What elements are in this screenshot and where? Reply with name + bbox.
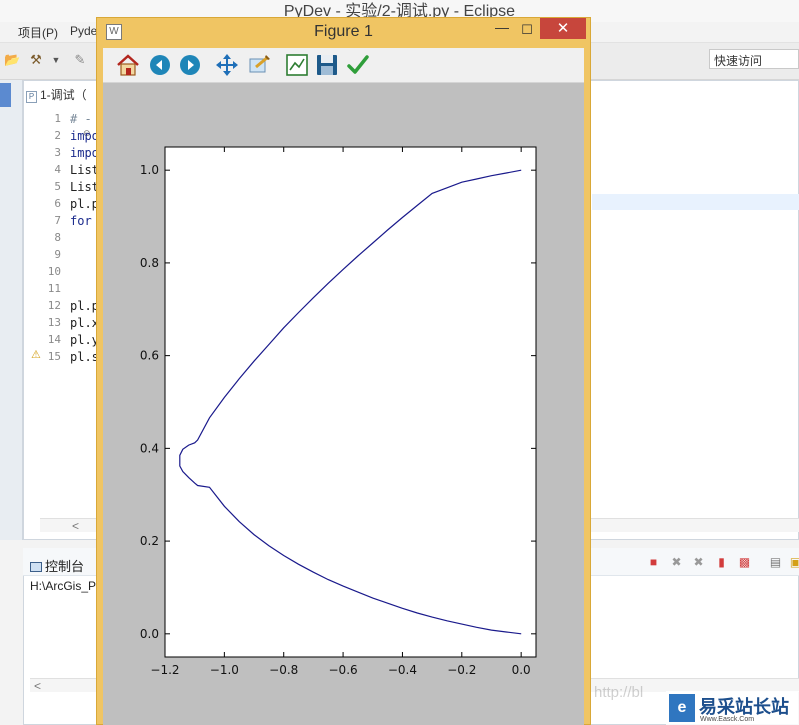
menu-item-project[interactable]: 项目(P)	[18, 24, 58, 41]
x-tick-label: −1.0	[210, 663, 239, 677]
y-tick-label: 0.6	[140, 349, 159, 363]
clear-console-icon[interactable]: ▮	[715, 556, 728, 569]
pin-console-icon[interactable]: ▤	[769, 556, 782, 569]
line-number: 2	[54, 129, 61, 142]
line-number: 3	[54, 146, 61, 159]
console-scroll-left-icon[interactable]: <	[34, 679, 41, 693]
tools-icon[interactable]: ⚒	[28, 52, 44, 68]
save-icon[interactable]	[314, 52, 340, 78]
code-line: pl.p	[70, 299, 99, 313]
x-tick-label: −0.4	[388, 663, 417, 677]
forward-icon[interactable]	[177, 52, 203, 78]
remove-all-icon[interactable]: ✖	[692, 556, 705, 569]
code-line: pl.y	[70, 333, 99, 347]
plot: −1.2 −1.0 −0.8 −0.6 −0.4 −0.2 0.0 0.0 0.2 0.4 0.6 0…	[140, 146, 537, 677]
remove-launch-icon[interactable]: ✖	[670, 556, 683, 569]
subplots-icon[interactable]	[284, 52, 310, 78]
line-number: 6	[54, 197, 61, 210]
y-tick-label: 0.2	[140, 534, 159, 548]
code-line: impo	[70, 146, 99, 160]
console-icon	[30, 562, 42, 572]
code-line: List	[70, 180, 99, 194]
watermark-logo-icon: e	[669, 694, 695, 722]
x-tick-label: −0.6	[329, 663, 358, 677]
left-sidebar-marker	[0, 83, 11, 107]
editor-tab-label: 1-调试（	[40, 88, 87, 102]
left-sidebar-strip	[0, 80, 23, 540]
close-button[interactable]: ✕	[540, 18, 586, 39]
quick-access-input[interactable]: 快速访问	[709, 49, 799, 69]
console-tab[interactable]: 控制台	[30, 556, 84, 575]
line-number: 9	[54, 248, 61, 261]
code-line: for	[70, 214, 92, 228]
dropdown-icon[interactable]: ▼	[48, 52, 64, 68]
warning-icon: ⚠	[31, 349, 41, 361]
watermark-url: http://bl	[594, 684, 644, 701]
code-line: # -	[70, 112, 92, 126]
y-tick-label: 0.4	[140, 441, 159, 455]
line-number: 8	[54, 231, 61, 244]
line-number: 1	[54, 112, 61, 125]
line-number: 10	[47, 265, 61, 278]
back-icon[interactable]	[147, 52, 173, 78]
console-output-line: H:\ArcGis_P	[30, 579, 97, 593]
line-number-ruler: 1 2 3 4 5 6 7 8 9 10 11 12 13 14 15 ⊖ ⚠	[27, 108, 91, 518]
maximize-button[interactable]: ☐	[517, 21, 537, 39]
line-number: 4	[54, 163, 61, 176]
x-tick-label: −0.2	[447, 663, 476, 677]
code-line: impo	[70, 129, 99, 143]
y-tick-label: 0.0	[140, 627, 159, 641]
watermark-sub: Www.Easck.Com	[700, 716, 755, 723]
edit-icon[interactable]	[345, 52, 371, 78]
display-console-icon[interactable]: ▣	[789, 556, 799, 569]
x-tick-label: 0.0	[512, 663, 531, 677]
line-number: 11	[47, 282, 61, 295]
pin-icon[interactable]: ✎	[72, 52, 88, 68]
code-line: pl.p	[70, 197, 99, 211]
line-number: 7	[54, 214, 61, 227]
terminate-icon[interactable]: ■	[647, 556, 660, 569]
code-line: pl.s	[70, 350, 99, 364]
code-line: pl.x	[70, 316, 99, 330]
line-number: 14	[47, 333, 61, 346]
line-number: 13	[47, 316, 61, 329]
line-number: 5	[54, 180, 61, 193]
zoom-icon[interactable]	[247, 52, 273, 78]
console-tab-label: 控制台	[45, 559, 85, 574]
x-tick-label: −0.8	[269, 663, 298, 677]
code-line: List	[70, 163, 99, 177]
x-tick-label: −1.2	[150, 663, 179, 677]
open-folder-icon[interactable]: 📂	[4, 52, 20, 68]
figure-toolbar	[103, 48, 584, 83]
y-tick-label: 1.0	[140, 163, 159, 177]
menu-item-pydev[interactable]: Pyde	[70, 24, 97, 38]
line-number: 12	[47, 299, 61, 312]
current-line-highlight	[592, 194, 799, 210]
scroll-left-icon[interactable]: <	[72, 519, 79, 533]
minimize-button[interactable]: —	[495, 20, 509, 36]
scroll-lock-icon[interactable]: ▩	[738, 556, 751, 569]
python-file-icon: P	[26, 91, 37, 103]
y-tick-label: 0.8	[140, 256, 159, 270]
pan-icon[interactable]	[214, 52, 240, 78]
home-icon[interactable]	[115, 52, 141, 78]
